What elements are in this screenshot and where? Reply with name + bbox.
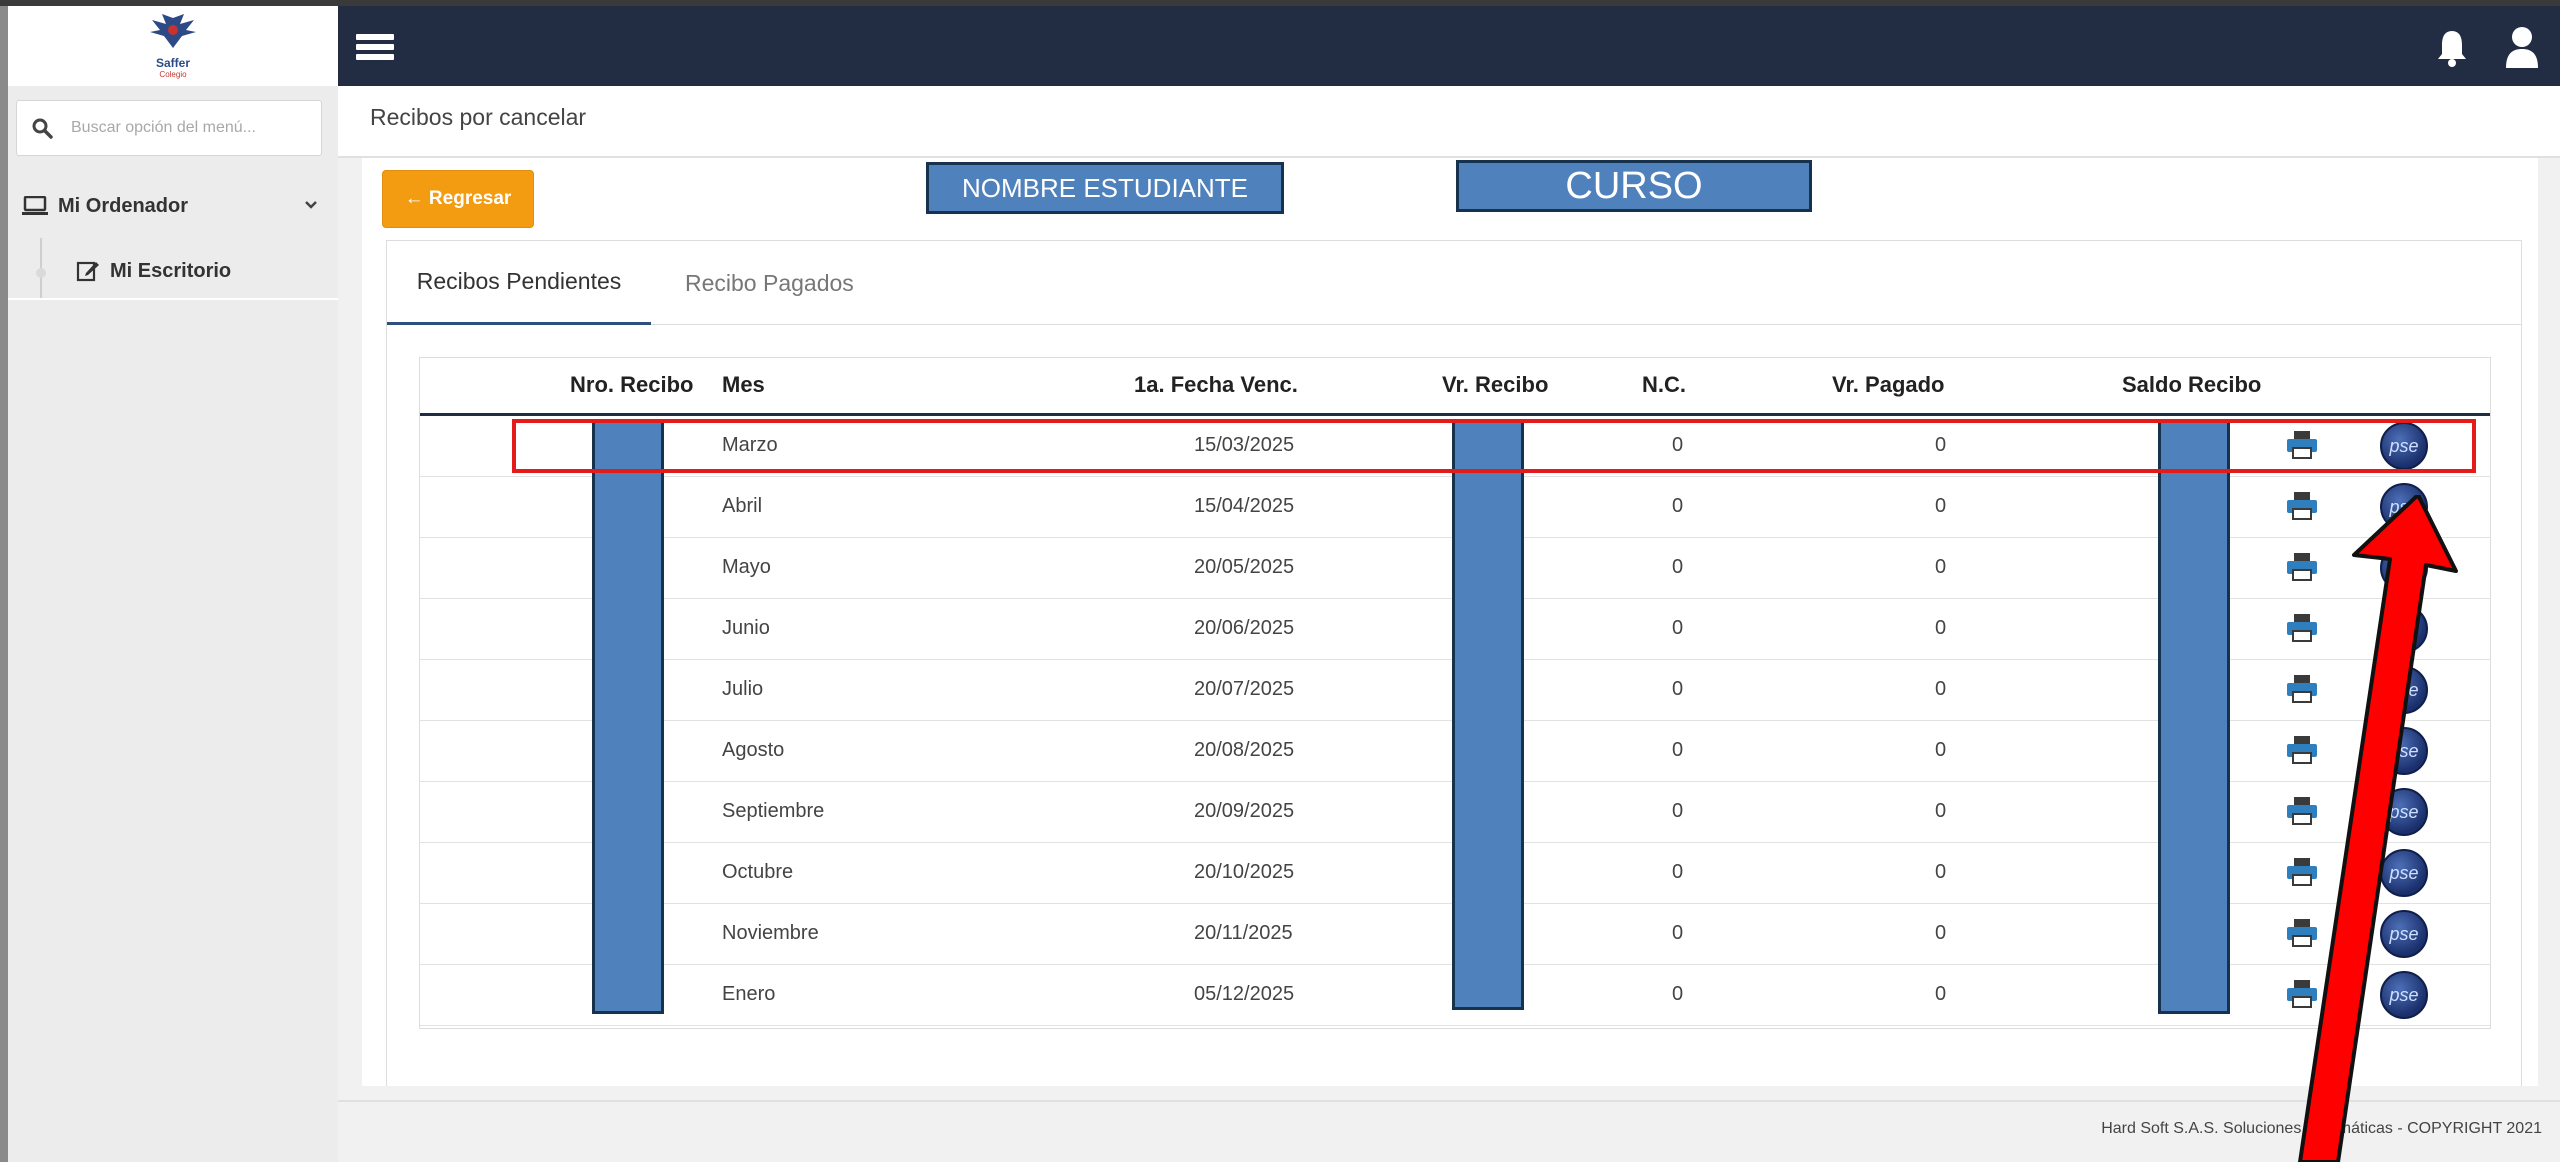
annotation-arrow-icon — [2298, 495, 2458, 1162]
cell-vr-pagado: 0 — [1935, 678, 1947, 700]
cell-nc: 0 — [1672, 556, 1684, 578]
cell-fecha-venc: 20/11/2025 — [1194, 922, 1293, 944]
cell-mes: Junio — [722, 617, 770, 639]
cell-mes: Noviembre — [722, 922, 819, 944]
course-label: CURSO — [1456, 160, 1812, 212]
cell-vr-pagado: 0 — [1935, 739, 1947, 761]
edit-icon — [76, 261, 99, 282]
cell-mes: Agosto — [722, 739, 785, 761]
col-saldo-recibo: Saldo Recibo — [2122, 372, 2262, 397]
cell-nc: 0 — [1672, 983, 1684, 1005]
cell-fecha-venc: 05/12/2025 — [1194, 983, 1295, 1005]
redacted-receipt-balances — [2158, 420, 2230, 1014]
tab-bar: Recibos Pendientes Recibo Pagados — [387, 241, 2521, 325]
cell-mes: Abril — [722, 495, 763, 517]
col-nro-recibo: Nro. Recibo — [570, 372, 694, 397]
cell-nc: 0 — [1672, 922, 1684, 944]
laptop-icon — [22, 196, 48, 215]
logo-text: Saffer — [155, 55, 190, 70]
cell-fecha-venc: 20/07/2025 — [1194, 678, 1295, 700]
cell-mes: Enero — [722, 983, 776, 1005]
cell-fecha-venc: 20/08/2025 — [1194, 739, 1295, 761]
user-icon[interactable] — [2504, 26, 2540, 68]
app-logo[interactable]: Saffer Colegio — [8, 6, 338, 86]
col-mes: Mes — [722, 372, 765, 397]
cell-vr-pagado: 0 — [1935, 556, 1947, 578]
bell-icon[interactable] — [2434, 28, 2470, 68]
cell-fecha-venc: 20/06/2025 — [1194, 617, 1295, 639]
cell-nc: 0 — [1672, 678, 1684, 700]
sidebar-item-label: Mi Escritorio — [110, 259, 232, 282]
search-icon — [32, 118, 53, 139]
col-fecha-venc: 1a. Fecha Venc. — [1134, 372, 1298, 397]
tab-recibos-pendientes[interactable]: Recibos Pendientes — [387, 241, 651, 325]
col-vr-recibo: Vr. Recibo — [1442, 372, 1549, 397]
cell-nc: 0 — [1672, 861, 1684, 883]
cell-vr-pagado: 0 — [1935, 983, 1947, 1005]
sidebar-item-mi-escritorio[interactable]: Mi Escritorio — [8, 245, 338, 297]
menu-search-input[interactable] — [71, 119, 291, 137]
chevron-down-icon — [305, 201, 317, 209]
col-vr-pagado: Vr. Pagado — [1832, 372, 1945, 397]
menu-search[interactable] — [16, 100, 322, 156]
cell-fecha-venc: 20/05/2025 — [1194, 556, 1295, 578]
hamburger-icon[interactable] — [356, 34, 394, 60]
footer: Hard Soft S.A.S. Soluciones Informáticas… — [338, 1100, 2560, 1162]
logo-icon — [150, 13, 196, 48]
cell-vr-pagado: 0 — [1935, 800, 1947, 822]
cell-nc: 0 — [1672, 617, 1684, 639]
tab-recibo-pagados[interactable]: Recibo Pagados — [685, 241, 854, 325]
redacted-receipt-numbers — [592, 420, 664, 1014]
receipts-panel: Recibos Pendientes Recibo Pagados Nro. R… — [386, 240, 2522, 1086]
cell-fecha-venc: 15/04/2025 — [1194, 495, 1295, 517]
cell-nc: 0 — [1672, 739, 1684, 761]
back-button[interactable]: ← Regresar — [382, 170, 534, 228]
first-row-highlight — [512, 419, 2476, 473]
cell-mes: Mayo — [722, 556, 771, 578]
logo-subtext: Colegio — [159, 69, 187, 79]
redacted-receipt-values — [1452, 420, 1524, 1010]
cell-nc: 0 — [1672, 495, 1684, 517]
cell-mes: Octubre — [722, 861, 794, 883]
col-nc: N.C. — [1642, 372, 1686, 397]
cell-vr-pagado: 0 — [1935, 495, 1947, 517]
cell-mes: Julio — [722, 678, 764, 700]
sidebar-divider — [8, 298, 338, 300]
cell-fecha-venc: 20/10/2025 — [1194, 861, 1295, 883]
cell-fecha-venc: 20/09/2025 — [1194, 800, 1295, 822]
content-card: ← Regresar NOMBRE ESTUDIANTE CURSO Recib… — [362, 158, 2538, 1086]
page-header: Recibos por cancelar — [338, 86, 2560, 158]
receipts-table: Nro. Recibo Mes 1a. Fecha Venc. Vr. Reci… — [419, 357, 2491, 1029]
student-name-label: NOMBRE ESTUDIANTE — [926, 162, 1284, 214]
page-title: Recibos por cancelar — [370, 104, 587, 130]
sidebar-item-label: Mi Ordenador — [58, 194, 189, 217]
cell-vr-pagado: 0 — [1935, 922, 1947, 944]
table-header: Nro. Recibo Mes 1a. Fecha Venc. Vr. Reci… — [420, 358, 2490, 416]
cell-vr-pagado: 0 — [1935, 617, 1947, 639]
cell-nc: 0 — [1672, 800, 1684, 822]
main-content: ← Regresar NOMBRE ESTUDIANTE CURSO Recib… — [338, 158, 2560, 1162]
cell-mes: Septiembre — [722, 800, 825, 822]
cell-vr-pagado: 0 — [1935, 861, 1947, 883]
sidebar-item-mi-ordenador[interactable]: Mi Ordenador — [8, 180, 338, 232]
top-navbar — [338, 6, 2560, 86]
